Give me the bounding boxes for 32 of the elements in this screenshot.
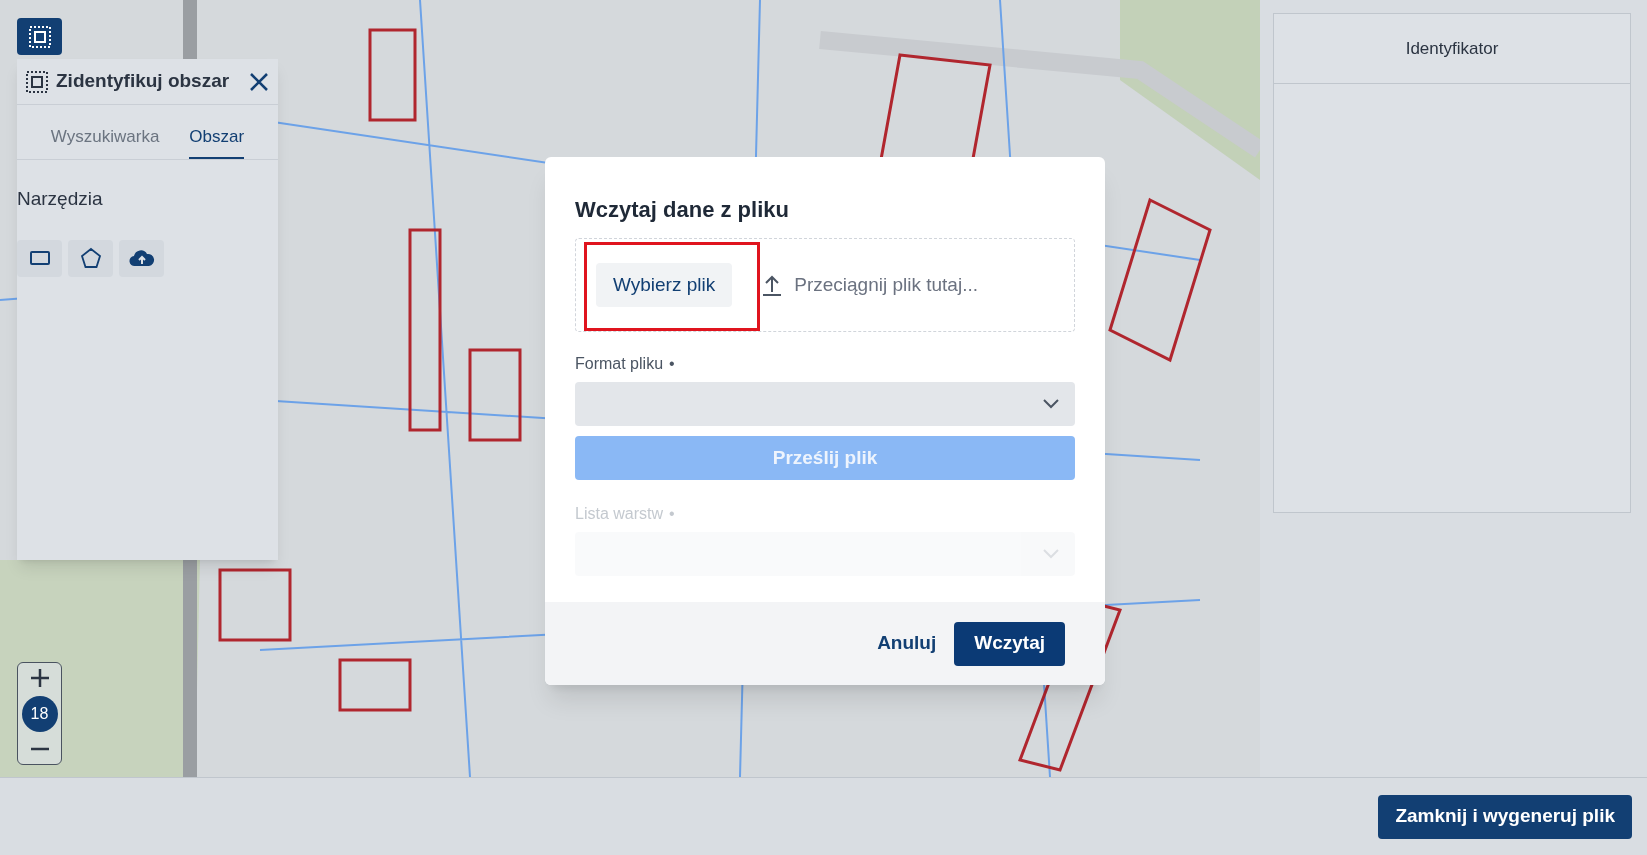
upload-icon <box>762 274 783 296</box>
rectangle-icon <box>29 250 50 266</box>
pentagon-tool-button[interactable] <box>68 239 113 277</box>
drop-hint: Przeciągnij plik tutaj... <box>794 272 978 297</box>
choose-file-button[interactable]: Wybierz plik <box>596 263 733 307</box>
dialog-title: Wczytaj dane z pliku <box>575 196 790 224</box>
zoom-level: 18 <box>21 695 58 732</box>
area-select-icon <box>26 70 48 93</box>
close-icon[interactable] <box>249 71 269 92</box>
cancel-link[interactable]: Anuluj <box>877 629 937 658</box>
panel-tab[interactable]: Obszar <box>189 123 245 159</box>
pentagon-icon <box>79 247 102 269</box>
required-marker: • <box>669 504 675 524</box>
zoom-in-icon[interactable] <box>28 667 51 689</box>
field-label: Format pliku <box>575 354 664 374</box>
required-marker: • <box>669 354 675 374</box>
rectangle-tool-button[interactable] <box>17 239 62 277</box>
generate-file-button[interactable]: Zamknij i wygeneruj plik <box>1378 794 1632 839</box>
chevron-down-icon <box>1043 399 1059 409</box>
select-field[interactable] <box>575 382 1075 426</box>
load-button[interactable]: Wczytaj <box>954 621 1065 666</box>
section-label: Narzędzia <box>17 187 104 211</box>
area-select-icon <box>28 25 51 48</box>
select-area-button[interactable] <box>17 18 62 55</box>
chevron-down-icon <box>1043 549 1059 559</box>
panel-tab[interactable]: Wyszukiwarka <box>50 123 160 159</box>
cloud-upload-icon <box>128 248 155 268</box>
cloud-upload-tool-button[interactable] <box>119 239 164 277</box>
panel-title: Zidentyfikuj obszar <box>56 69 230 94</box>
column-header: Identyfikator <box>1404 37 1500 60</box>
drop-zone[interactable]: Wybierz plik Przeciągnij plik tutaj... <box>575 238 1075 332</box>
field-label: Lista warstw <box>575 504 664 524</box>
